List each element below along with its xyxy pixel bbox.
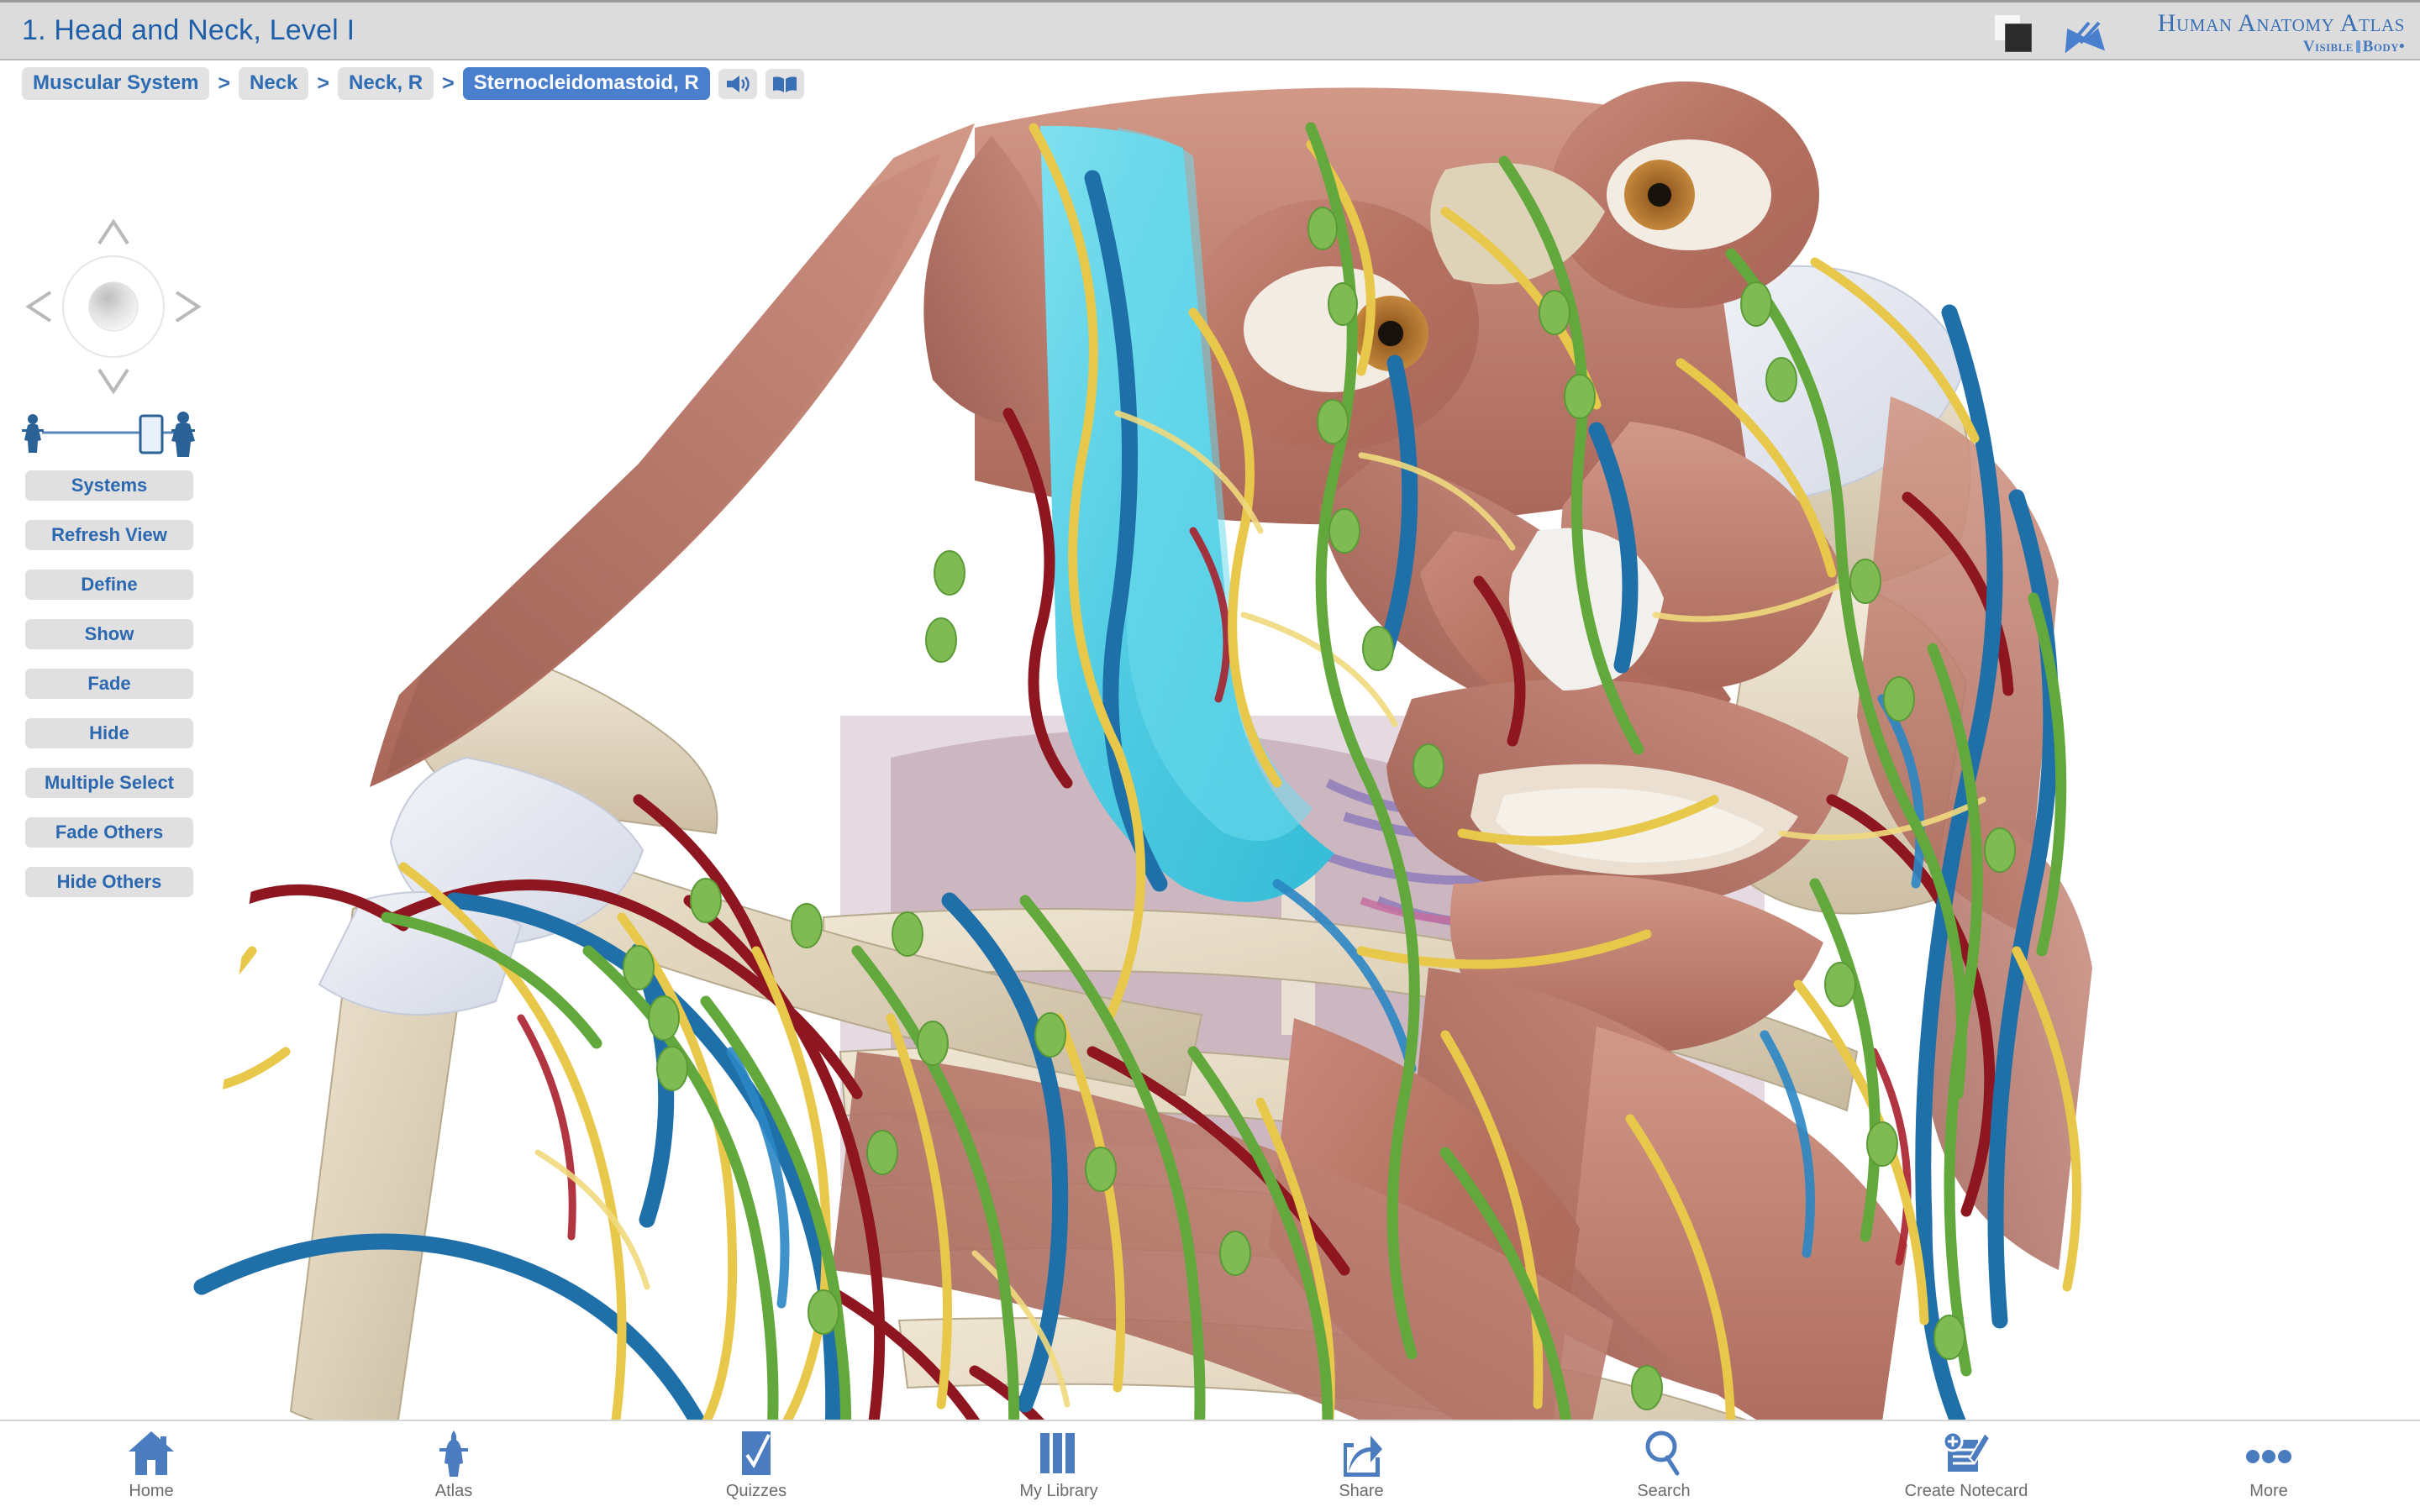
library-books-icon (1037, 1428, 1081, 1477)
toolbar-item-create-notecard[interactable]: Create Notecard (1815, 1421, 2118, 1512)
breadcrumb-separator: > (218, 71, 231, 95)
hide-button[interactable]: Hide (25, 718, 193, 748)
expand-arrows-icon[interactable] (2060, 13, 2107, 54)
breadcrumb-separator: > (442, 71, 455, 95)
title-bar: 1. Head and Neck, Level I Human Anatomy … (0, 0, 2420, 60)
quiz-checkmark-icon (737, 1428, 776, 1477)
share-arrow-icon (1339, 1428, 1384, 1477)
pan-right-arrow (175, 291, 202, 323)
toolbar-label: Quizzes (725, 1482, 787, 1500)
toolbar-label: My Library (1019, 1482, 1098, 1500)
book-icon[interactable] (765, 68, 804, 99)
bottom-toolbar: Home Atlas Quizzes My Library Share Sear… (0, 1420, 2420, 1512)
female-figure-icon (22, 414, 44, 453)
breadcrumb-item-structure[interactable]: Sternocleidomastoid, R (462, 67, 710, 100)
gender-slider[interactable] (18, 407, 199, 463)
notecard-plus-icon (1941, 1428, 1991, 1477)
background-toggle-icon[interactable] (1994, 13, 2039, 52)
logo-title: Human Anatomy Atlas (2157, 9, 2405, 37)
toolbar-label: Home (129, 1482, 174, 1500)
logo-sub-left: Visible (2302, 38, 2354, 55)
home-icon (127, 1428, 176, 1477)
refresh-view-button[interactable]: Refresh View (25, 520, 193, 550)
toolbar-label: Search (1637, 1482, 1691, 1500)
logo-subtitle: Visible Body• (2302, 38, 2405, 55)
toolbar-item-quizzes[interactable]: Quizzes (605, 1421, 908, 1512)
breadcrumb-item-region[interactable]: Neck (239, 67, 309, 100)
toolbar-label: Share (1339, 1482, 1384, 1500)
slider-handle (139, 414, 164, 454)
app-root: 1. Head and Neck, Level I Human Anatomy … (0, 0, 2420, 1512)
breadcrumb-separator: > (317, 71, 330, 95)
logo-sub-right: Body (2362, 38, 2399, 55)
atlas-body-icon (436, 1428, 471, 1477)
pan-down-arrow (97, 368, 129, 395)
toolbar-item-search[interactable]: Search (1512, 1421, 1815, 1512)
multiple-select-button[interactable]: Multiple Select (25, 768, 193, 798)
navigation-pad[interactable] (17, 210, 210, 403)
speaker-icon[interactable] (718, 68, 757, 99)
fade-button[interactable]: Fade (25, 669, 193, 699)
search-magnifier-icon (1644, 1428, 1684, 1477)
breadcrumb-item-subregion[interactable]: Neck, R (338, 67, 434, 100)
pan-up-arrow (97, 218, 129, 245)
toolbar-item-home[interactable]: Home (0, 1421, 302, 1512)
tool-button-list: Systems Refresh View Define Show Fade Hi… (25, 470, 193, 916)
breadcrumb: Muscular System > Neck > Neck, R > Stern… (22, 67, 804, 100)
fade-others-button[interactable]: Fade Others (25, 817, 193, 848)
toolbar-label: Create Notecard (1904, 1482, 2028, 1500)
anatomy-3d-viewport[interactable] (0, 60, 2420, 1420)
define-button[interactable]: Define (25, 570, 193, 600)
title-bar-actions: Human Anatomy Atlas Visible Body• (1994, 3, 2420, 63)
systems-button[interactable]: Systems (25, 470, 193, 501)
hide-others-button[interactable]: Hide Others (25, 867, 193, 897)
toolbar-label: More (2249, 1482, 2288, 1500)
toolbar-label: Atlas (434, 1482, 473, 1500)
more-ellipsis-icon (2243, 1428, 2295, 1477)
toolbar-item-share[interactable]: Share (1210, 1421, 1512, 1512)
pan-left-arrow (25, 291, 52, 323)
toolbar-item-more[interactable]: More (2118, 1421, 2420, 1512)
breadcrumb-item-system[interactable]: Muscular System (22, 67, 210, 100)
male-figure-icon (171, 412, 195, 457)
anatomy-3d-render[interactable] (0, 60, 2420, 1420)
show-button[interactable]: Show (25, 619, 193, 649)
toolbar-item-my-library[interactable]: My Library (908, 1421, 1210, 1512)
app-logo: Human Anatomy Atlas Visible Body• (2158, 11, 2405, 55)
page-title: 1. Head and Neck, Level I (22, 14, 355, 46)
toolbar-item-atlas[interactable]: Atlas (302, 1421, 605, 1512)
logo-divider-bar (2355, 40, 2360, 53)
